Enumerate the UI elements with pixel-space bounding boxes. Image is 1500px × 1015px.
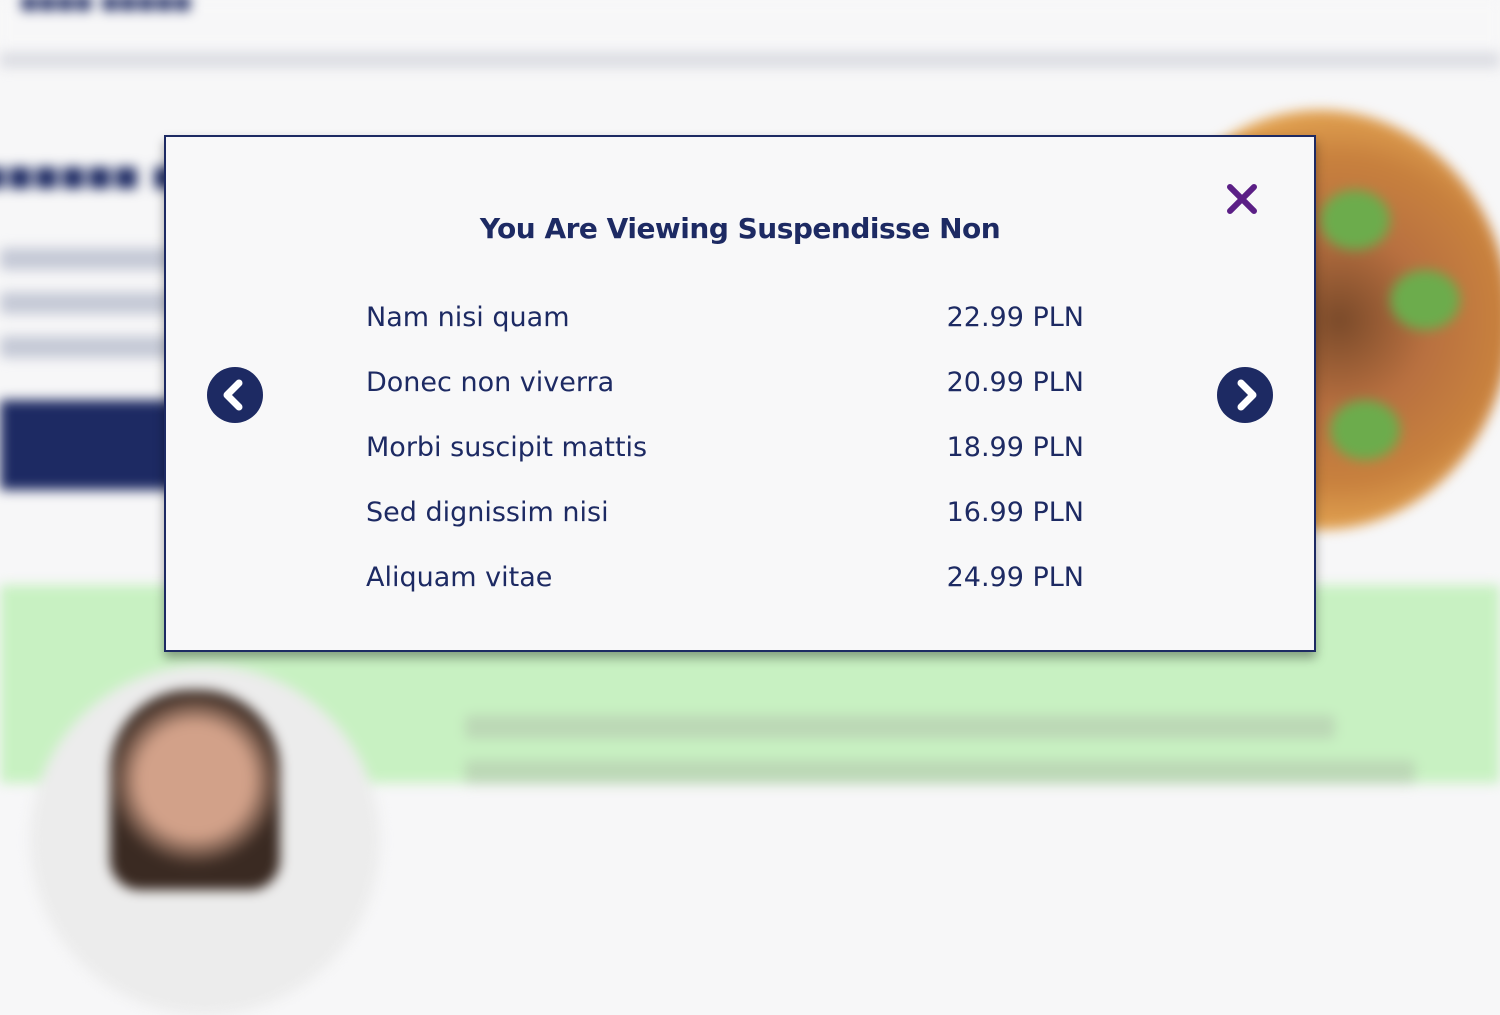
background-avatar xyxy=(110,690,280,890)
background-pizza-topping xyxy=(1320,190,1390,250)
menu-item: Aliquam vitae 24.99 PLN xyxy=(366,545,1084,610)
background-pizza-topping xyxy=(1330,400,1400,460)
menu-item-list: Nam nisi quam 22.99 PLN Donec non viverr… xyxy=(366,285,1084,610)
menu-item-name: Donec non viverra xyxy=(366,367,615,398)
background-header-divider xyxy=(0,52,1500,68)
menu-item-name: Morbi suscipit mattis xyxy=(366,432,648,463)
chevron-left-icon xyxy=(223,379,243,411)
background-text-line xyxy=(465,760,1415,784)
background-logo-text: ■■■■ ■■■■■ xyxy=(20,0,192,19)
close-icon xyxy=(1227,184,1257,214)
close-button[interactable] xyxy=(1222,179,1262,219)
background-pizza-topping xyxy=(1390,270,1460,330)
menu-item: Sed dignissim nisi 16.99 PLN xyxy=(366,480,1084,545)
next-button[interactable] xyxy=(1217,367,1273,423)
background-text-line xyxy=(465,715,1335,739)
background-header: ■■■■ ■■■■■ xyxy=(0,0,1500,48)
menu-modal: You Are Viewing Suspendisse Non Nam nisi… xyxy=(164,135,1316,652)
menu-item-name: Sed dignissim nisi xyxy=(366,497,609,528)
background-text-line xyxy=(0,248,180,270)
previous-button[interactable] xyxy=(207,367,263,423)
menu-item-price: 18.99 PLN xyxy=(946,432,1084,463)
menu-item: Morbi suscipit mattis 18.99 PLN xyxy=(366,415,1084,480)
menu-item-price: 24.99 PLN xyxy=(946,562,1084,593)
menu-item-price: 22.99 PLN xyxy=(946,302,1084,333)
menu-item-name: Aliquam vitae xyxy=(366,562,553,593)
menu-item: Donec non viverra 20.99 PLN xyxy=(366,350,1084,415)
menu-item-price: 16.99 PLN xyxy=(946,497,1084,528)
menu-item-price: 20.99 PLN xyxy=(946,367,1084,398)
background-text-line xyxy=(0,336,180,358)
background-text-line xyxy=(0,292,180,314)
menu-item-name: Nam nisi quam xyxy=(366,302,570,333)
modal-title: You Are Viewing Suspendisse Non xyxy=(479,212,1001,246)
menu-item: Nam nisi quam 22.99 PLN xyxy=(366,285,1084,350)
chevron-right-icon xyxy=(1237,379,1257,411)
